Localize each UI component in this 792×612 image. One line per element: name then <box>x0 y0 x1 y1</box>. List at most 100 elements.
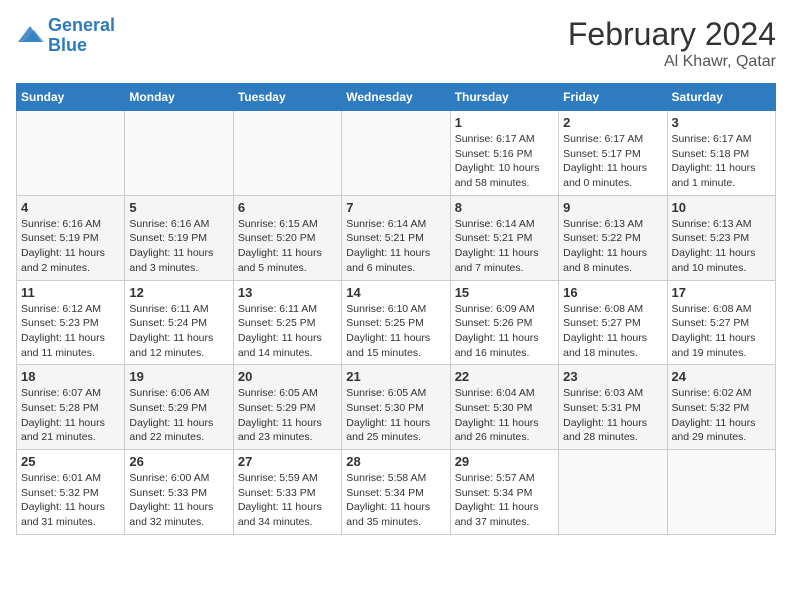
calendar-cell <box>559 450 667 535</box>
calendar-cell: 27 Sunrise: 5:59 AM Sunset: 5:33 PM Dayli… <box>233 450 341 535</box>
day-number: 13 <box>238 285 337 300</box>
weekday-header-sunday: Sunday <box>17 84 125 111</box>
day-info: Sunrise: 6:10 AM Sunset: 5:25 PM Dayligh… <box>346 302 445 361</box>
day-info: Sunrise: 6:07 AM Sunset: 5:28 PM Dayligh… <box>21 386 120 445</box>
day-info: Sunrise: 6:17 AM Sunset: 5:16 PM Dayligh… <box>455 132 554 191</box>
calendar-cell: 25 Sunrise: 6:01 AM Sunset: 5:32 PM Dayli… <box>17 450 125 535</box>
day-number: 19 <box>129 369 228 384</box>
day-info: Sunrise: 6:17 AM Sunset: 5:18 PM Dayligh… <box>672 132 771 191</box>
day-number: 12 <box>129 285 228 300</box>
day-info: Sunrise: 5:58 AM Sunset: 5:34 PM Dayligh… <box>346 471 445 530</box>
calendar-cell: 28 Sunrise: 5:58 AM Sunset: 5:34 PM Dayli… <box>342 450 450 535</box>
day-info: Sunrise: 6:01 AM Sunset: 5:32 PM Dayligh… <box>21 471 120 530</box>
weekday-header-wednesday: Wednesday <box>342 84 450 111</box>
day-number: 22 <box>455 369 554 384</box>
calendar-cell: 21 Sunrise: 6:05 AM Sunset: 5:30 PM Dayli… <box>342 365 450 450</box>
day-info: Sunrise: 6:12 AM Sunset: 5:23 PM Dayligh… <box>21 302 120 361</box>
calendar-cell: 13 Sunrise: 6:11 AM Sunset: 5:25 PM Dayli… <box>233 280 341 365</box>
calendar-week-5: 25 Sunrise: 6:01 AM Sunset: 5:32 PM Dayli… <box>17 450 776 535</box>
day-number: 26 <box>129 454 228 469</box>
day-info: Sunrise: 6:05 AM Sunset: 5:29 PM Dayligh… <box>238 386 337 445</box>
calendar-cell <box>125 111 233 196</box>
calendar-week-2: 4 Sunrise: 6:16 AM Sunset: 5:19 PM Daylig… <box>17 195 776 280</box>
day-number: 29 <box>455 454 554 469</box>
calendar-cell: 20 Sunrise: 6:05 AM Sunset: 5:29 PM Dayli… <box>233 365 341 450</box>
day-number: 11 <box>21 285 120 300</box>
weekday-header-thursday: Thursday <box>450 84 558 111</box>
calendar-cell: 5Sunrise: 6:16 AM Sunset: 5:19 PM Daylig… <box>125 195 233 280</box>
day-number: 20 <box>238 369 337 384</box>
calendar-cell: 16 Sunrise: 6:08 AM Sunset: 5:27 PM Dayli… <box>559 280 667 365</box>
calendar-cell: 4 Sunrise: 6:16 AM Sunset: 5:19 PM Daylig… <box>17 195 125 280</box>
day-number: 23 <box>563 369 662 384</box>
day-info: Sunrise: 5:59 AM Sunset: 5:33 PM Dayligh… <box>238 471 337 530</box>
day-info: Sunrise: 6:03 AM Sunset: 5:31 PM Dayligh… <box>563 386 662 445</box>
logo-line2: Blue <box>48 35 87 55</box>
calendar-cell: 8Sunrise: 6:14 AM Sunset: 5:21 PM Daylig… <box>450 195 558 280</box>
logo-text: General Blue <box>48 16 115 56</box>
day-info: Sunrise: 6:06 AM Sunset: 5:29 PM Dayligh… <box>129 386 228 445</box>
calendar-cell: 11 Sunrise: 6:12 AM Sunset: 5:23 PM Dayli… <box>17 280 125 365</box>
calendar-cell: 14Sunrise: 6:10 AM Sunset: 5:25 PM Dayli… <box>342 280 450 365</box>
calendar-cell: 24 Sunrise: 6:02 AM Sunset: 5:32 PM Dayli… <box>667 365 775 450</box>
day-number: 16 <box>563 285 662 300</box>
day-info: Sunrise: 6:02 AM Sunset: 5:32 PM Dayligh… <box>672 386 771 445</box>
day-info: Sunrise: 6:15 AM Sunset: 5:20 PM Dayligh… <box>238 217 337 276</box>
day-info: Sunrise: 6:11 AM Sunset: 5:24 PM Dayligh… <box>129 302 228 361</box>
calendar-cell <box>233 111 341 196</box>
calendar-cell: 18 Sunrise: 6:07 AM Sunset: 5:28 PM Dayli… <box>17 365 125 450</box>
day-number: 2 <box>563 115 662 130</box>
day-number: 3 <box>672 115 771 130</box>
day-number: 6 <box>238 200 337 215</box>
calendar-cell: 29 Sunrise: 5:57 AM Sunset: 5:34 PM Dayli… <box>450 450 558 535</box>
day-number: 15 <box>455 285 554 300</box>
calendar-cell: 17 Sunrise: 6:08 AM Sunset: 5:27 PM Dayli… <box>667 280 775 365</box>
calendar-cell: 12 Sunrise: 6:11 AM Sunset: 5:24 PM Dayli… <box>125 280 233 365</box>
day-info: Sunrise: 5:57 AM Sunset: 5:34 PM Dayligh… <box>455 471 554 530</box>
calendar-week-3: 11 Sunrise: 6:12 AM Sunset: 5:23 PM Dayli… <box>17 280 776 365</box>
month-title: February 2024 <box>568 16 776 53</box>
weekday-header-tuesday: Tuesday <box>233 84 341 111</box>
day-info: Sunrise: 6:08 AM Sunset: 5:27 PM Dayligh… <box>672 302 771 361</box>
logo-line1: General <box>48 15 115 35</box>
day-info: Sunrise: 6:11 AM Sunset: 5:25 PM Dayligh… <box>238 302 337 361</box>
calendar-header-row: SundayMondayTuesdayWednesdayThursdayFrid… <box>17 84 776 111</box>
day-number: 1 <box>455 115 554 130</box>
day-number: 25 <box>21 454 120 469</box>
calendar-cell <box>667 450 775 535</box>
day-info: Sunrise: 6:16 AM Sunset: 5:19 PM Dayligh… <box>21 217 120 276</box>
day-info: Sunrise: 6:05 AM Sunset: 5:30 PM Dayligh… <box>346 386 445 445</box>
day-number: 5 <box>129 200 228 215</box>
logo-icon <box>16 24 44 48</box>
day-number: 24 <box>672 369 771 384</box>
calendar-week-1: 1 Sunrise: 6:17 AM Sunset: 5:16 PM Daylig… <box>17 111 776 196</box>
day-info: Sunrise: 6:13 AM Sunset: 5:23 PM Dayligh… <box>672 217 771 276</box>
day-number: 17 <box>672 285 771 300</box>
day-number: 28 <box>346 454 445 469</box>
day-info: Sunrise: 6:14 AM Sunset: 5:21 PM Dayligh… <box>346 217 445 276</box>
day-number: 9 <box>563 200 662 215</box>
calendar-cell <box>17 111 125 196</box>
calendar-cell: 9Sunrise: 6:13 AM Sunset: 5:22 PM Daylig… <box>559 195 667 280</box>
calendar-cell: 15Sunrise: 6:09 AM Sunset: 5:26 PM Dayli… <box>450 280 558 365</box>
weekday-header-saturday: Saturday <box>667 84 775 111</box>
location-title: Al Khawr, Qatar <box>568 53 776 71</box>
day-info: Sunrise: 6:17 AM Sunset: 5:17 PM Dayligh… <box>563 132 662 191</box>
calendar-table: SundayMondayTuesdayWednesdayThursdayFrid… <box>16 83 776 535</box>
day-info: Sunrise: 6:04 AM Sunset: 5:30 PM Dayligh… <box>455 386 554 445</box>
day-number: 27 <box>238 454 337 469</box>
calendar-cell: 22 Sunrise: 6:04 AM Sunset: 5:30 PM Dayli… <box>450 365 558 450</box>
calendar-cell <box>342 111 450 196</box>
calendar-cell: 6 Sunrise: 6:15 AM Sunset: 5:20 PM Daylig… <box>233 195 341 280</box>
day-number: 21 <box>346 369 445 384</box>
calendar-cell: 23 Sunrise: 6:03 AM Sunset: 5:31 PM Dayli… <box>559 365 667 450</box>
day-number: 4 <box>21 200 120 215</box>
day-number: 10 <box>672 200 771 215</box>
day-number: 18 <box>21 369 120 384</box>
day-number: 8 <box>455 200 554 215</box>
calendar-cell: 7 Sunrise: 6:14 AM Sunset: 5:21 PM Daylig… <box>342 195 450 280</box>
day-info: Sunrise: 6:08 AM Sunset: 5:27 PM Dayligh… <box>563 302 662 361</box>
day-number: 7 <box>346 200 445 215</box>
calendar-cell: 1 Sunrise: 6:17 AM Sunset: 5:16 PM Daylig… <box>450 111 558 196</box>
weekday-header-monday: Monday <box>125 84 233 111</box>
